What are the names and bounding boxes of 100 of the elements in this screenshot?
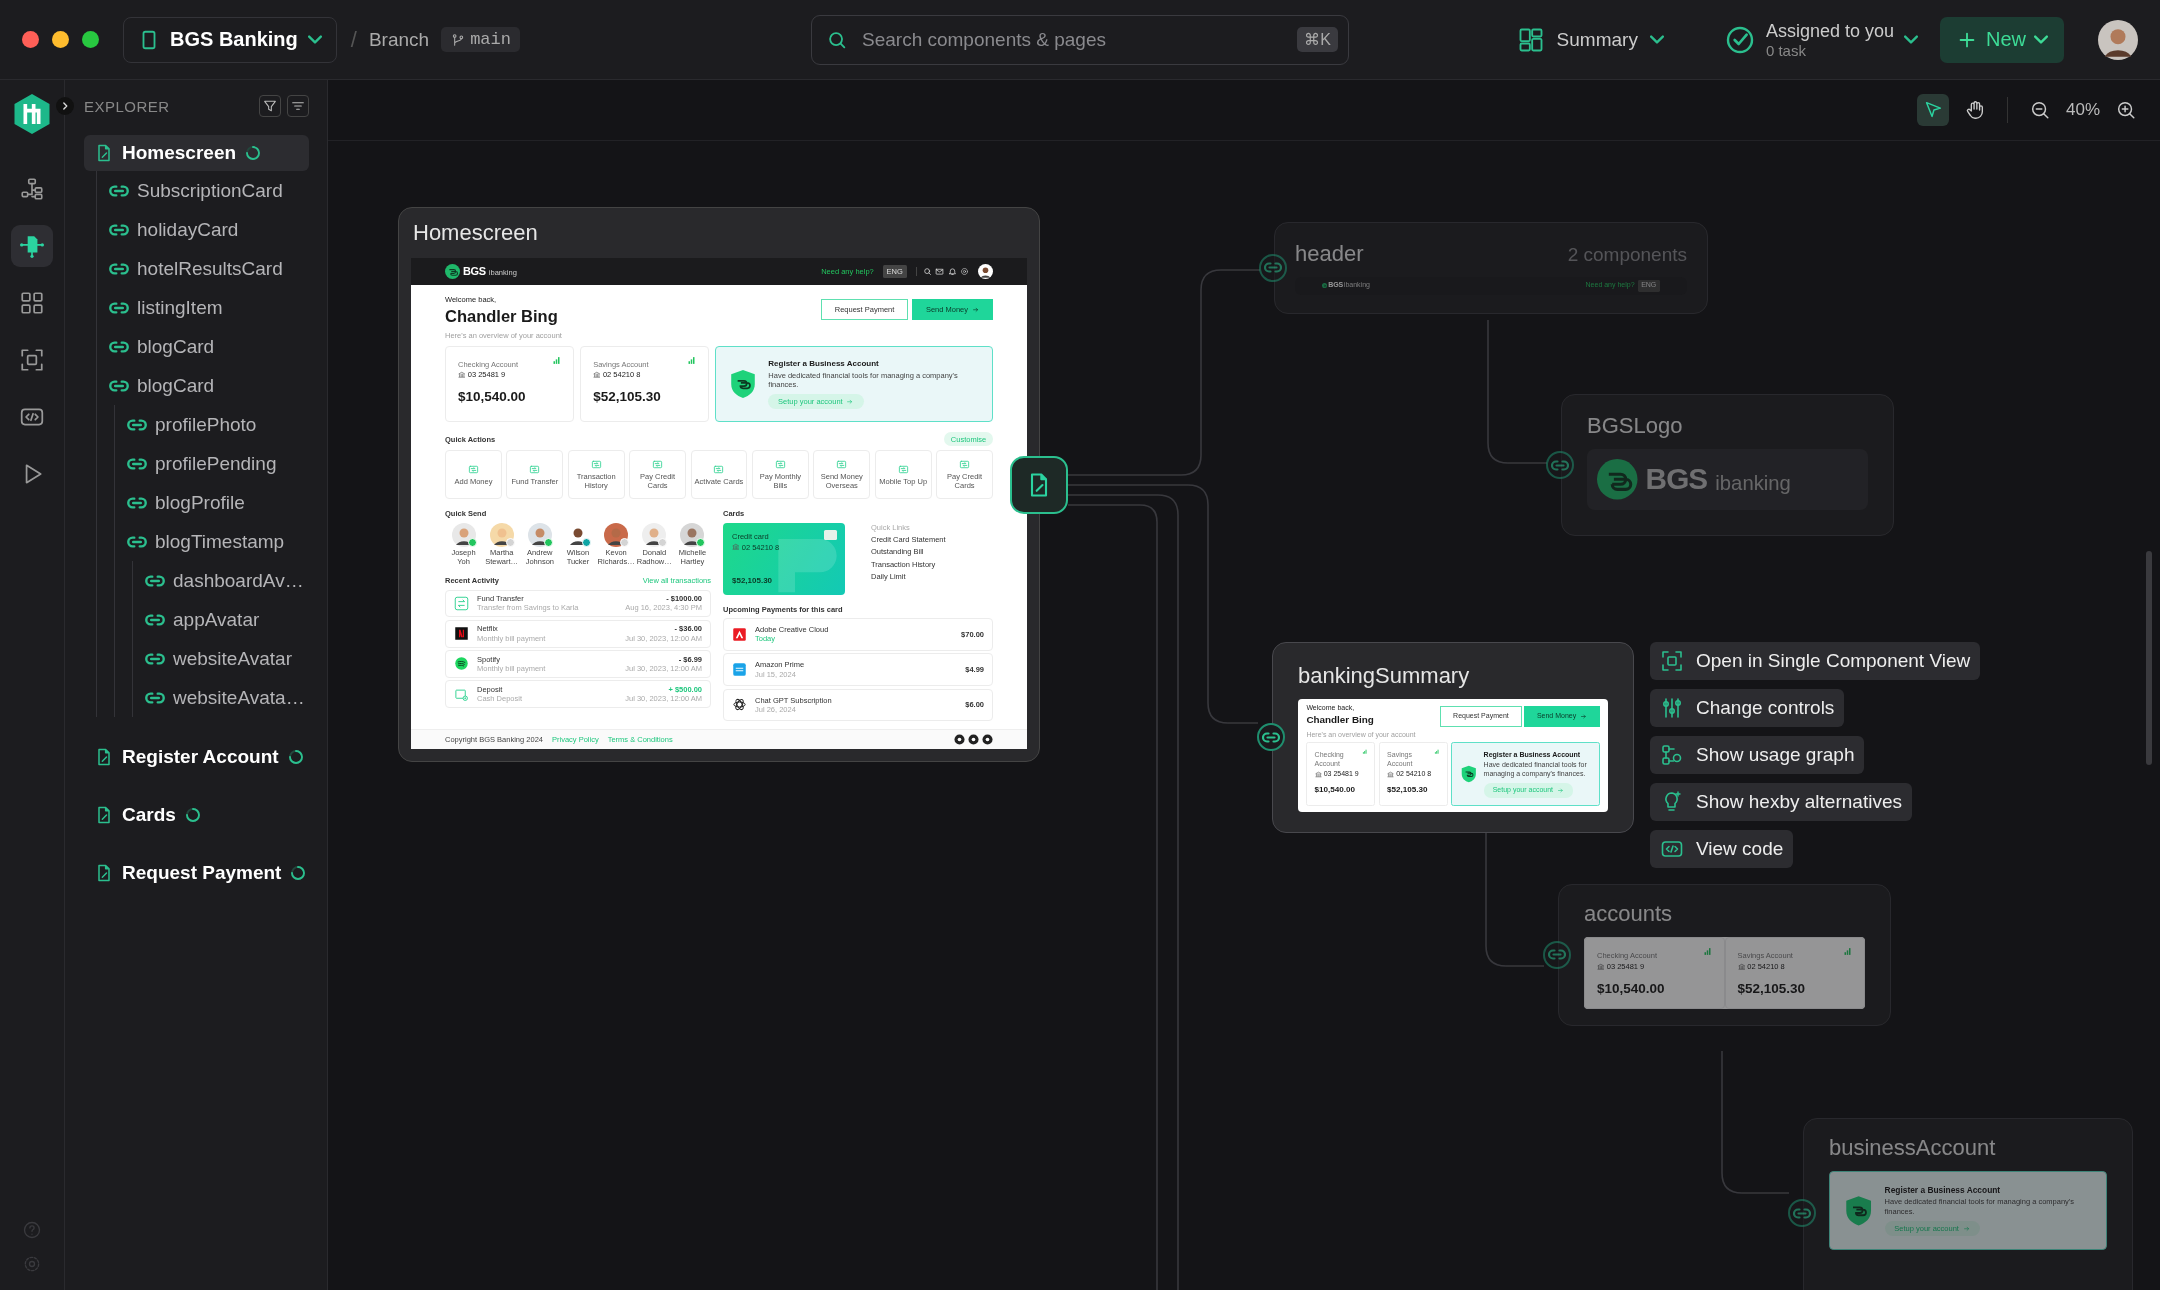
chevron-down-icon	[1649, 34, 1664, 45]
link-port[interactable]	[1788, 1199, 1816, 1227]
logo-subtext: ibanking	[1715, 472, 1791, 496]
component-node[interactable]: BGSLogo BGS ibanking	[1561, 394, 1894, 536]
app-logo-icon	[732, 697, 747, 713]
menu-item[interactable]: Change controls	[1650, 689, 1845, 727]
shield-icon	[1844, 1194, 1872, 1227]
page-item[interactable]: Cards	[84, 797, 309, 833]
card-icon	[652, 459, 664, 471]
component-item[interactable]: holidayCard	[97, 210, 309, 249]
component-item[interactable]: profilePhoto	[115, 405, 309, 444]
link-icon	[1793, 1207, 1811, 1219]
screen-node[interactable]	[398, 207, 1040, 763]
menu-item[interactable]: Show hexby alternatives	[1650, 783, 1912, 821]
filter-button[interactable]	[259, 95, 281, 117]
user-name: Chandler Bing	[1306, 714, 1375, 727]
component-item[interactable]: blogCard	[97, 327, 309, 366]
component-button[interactable]	[11, 225, 53, 267]
bank-icon	[1737, 962, 1745, 971]
account-balance: $52,105.30	[1737, 980, 1807, 998]
signal-bars-icon	[1361, 748, 1368, 755]
component-item[interactable]: appAvatar	[133, 600, 309, 639]
account-balance: $52,105.30	[1387, 784, 1429, 795]
view-selector[interactable]: Summary	[1516, 25, 1664, 54]
link-icon	[127, 418, 147, 431]
component-item[interactable]: blogCard	[97, 366, 309, 405]
assigned-menu[interactable]: Assigned to you 0 task	[1723, 20, 1918, 59]
component-item[interactable]: websiteAvatar	[133, 639, 309, 678]
component-item[interactable]: profilePending	[115, 444, 309, 483]
link-port[interactable]	[1546, 451, 1574, 479]
avatar	[978, 264, 993, 279]
link-icon	[145, 652, 165, 665]
branch-badge[interactable]: main	[441, 27, 520, 52]
social-icon[interactable]	[982, 734, 993, 746]
component-title: header	[1295, 241, 1364, 267]
component-title: BGSLogo	[1587, 413, 1683, 438]
component-item[interactable]: hotelResultsCard	[97, 249, 309, 288]
link-port[interactable]	[1543, 940, 1571, 969]
link-icon	[1551, 459, 1569, 471]
minimize-button[interactable]	[52, 31, 69, 48]
component-item[interactable]: blogTimestamp	[115, 522, 309, 561]
menu-item[interactable]: Open in Single Component View	[1650, 642, 1981, 680]
zoom-in-icon	[2115, 99, 2137, 121]
search-input[interactable]: Search components & pages	[860, 27, 1286, 52]
component-item[interactable]: blogProfile	[115, 483, 309, 522]
scrollbar[interactable]	[2146, 551, 2152, 765]
frame-icon	[1660, 649, 1684, 673]
chip-icon	[824, 529, 837, 540]
bank-icon	[593, 371, 601, 379]
search-bar[interactable]: Search components & pages ⌘K	[811, 14, 1349, 65]
link-icon	[1548, 949, 1566, 961]
link-port[interactable]	[1257, 723, 1285, 752]
app-logo-icon	[732, 662, 747, 678]
page-item[interactable]: Request Payment	[84, 855, 309, 891]
component-item[interactable]: dashboardAv…	[133, 561, 309, 600]
social-icon[interactable]	[954, 734, 965, 746]
page-item[interactable]: Homescreen	[84, 135, 309, 171]
component-title: businessAccount	[1829, 1135, 1996, 1160]
link-icon	[1262, 731, 1280, 743]
component-node[interactable]	[1272, 642, 1634, 833]
link-icon	[127, 535, 147, 548]
component-title: accounts	[1584, 901, 1673, 926]
close-button[interactable]	[22, 31, 39, 48]
deposit-icon	[454, 686, 469, 702]
arrow-icon	[971, 305, 980, 314]
page-node[interactable]	[1010, 456, 1068, 514]
chevron-down-icon	[307, 34, 322, 45]
bank-icon	[458, 371, 466, 379]
link-icon	[109, 379, 129, 392]
avatar	[451, 522, 476, 547]
project-selector[interactable]: BGS Banking	[123, 16, 337, 63]
link-icon	[109, 223, 129, 236]
app-logo-icon	[454, 626, 469, 642]
user-name: Chandler Bing	[445, 306, 559, 327]
shield-icon	[730, 368, 757, 399]
promo-title: Register a Business Account	[768, 358, 880, 369]
card-icon	[774, 459, 786, 471]
arrow-icon	[846, 397, 854, 406]
arrow-icon	[1579, 713, 1587, 721]
component-item[interactable]: listingItem	[97, 288, 309, 327]
new-button[interactable]: New	[1940, 16, 2064, 63]
component-item[interactable]: SubscriptionCard	[97, 171, 309, 210]
pointer-tool[interactable]	[1916, 94, 1949, 126]
component-item[interactable]: websiteAvata…	[133, 678, 309, 717]
bank-icon	[1597, 962, 1605, 971]
sort-button[interactable]	[287, 95, 309, 117]
app-logo[interactable]	[12, 92, 52, 136]
collapse-button[interactable]	[56, 97, 74, 115]
link-port[interactable]	[1259, 253, 1287, 282]
menu-item[interactable]: View code	[1650, 830, 1794, 868]
menu-item[interactable]: Show usage graph	[1650, 736, 1865, 774]
social-icon[interactable]	[968, 734, 979, 746]
user-avatar[interactable]	[2098, 19, 2138, 60]
account-balance: $10,540.00	[458, 389, 527, 407]
page-item[interactable]: Register Account	[84, 739, 309, 775]
signal-bars-icon	[1843, 947, 1852, 956]
maximize-button[interactable]	[82, 31, 99, 48]
breadcrumb-separator: /	[350, 26, 357, 53]
logo-text: BGS	[463, 264, 486, 279]
search-icon	[922, 267, 932, 276]
